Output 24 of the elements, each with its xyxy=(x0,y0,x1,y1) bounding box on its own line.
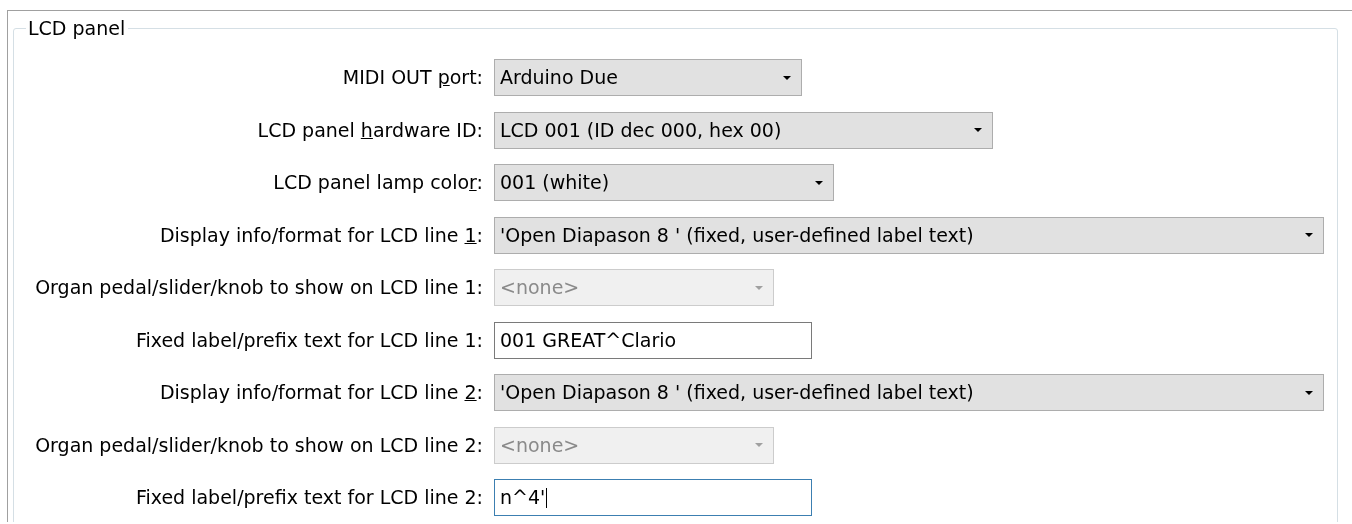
dropdown[interactable]: 001 (white) xyxy=(494,164,834,201)
field-label: Fixed label/prefix text for LCD line 1: xyxy=(135,327,483,353)
caret-icon xyxy=(755,285,763,290)
caret-icon xyxy=(815,180,823,185)
caret-icon xyxy=(755,443,763,447)
input-field[interactable]: n^4' xyxy=(494,479,812,516)
dropdown[interactable]: 'Open Diapason 8 ' (fixed, user-defined label text) xyxy=(494,216,1324,254)
caret-icon xyxy=(1305,233,1313,237)
field-label: Organ pedal/slider/knob to show on LCD line 2: xyxy=(35,432,483,458)
dropdown[interactable]: Arduino Due xyxy=(494,59,802,96)
field-label: Display info/format for LCD line 2: xyxy=(159,380,483,406)
input-field[interactable]: 001 GREAT^Clario xyxy=(494,321,812,359)
field-label: Organ pedal/slider/knob to show on LCD line 1: xyxy=(35,275,483,301)
field-label: LCD panel hardware ID: xyxy=(257,117,483,143)
field-label: Display info/format for LCD line 1: xyxy=(159,222,483,248)
dropdown[interactable]: LCD 001 (ID dec 000, hex 00) xyxy=(494,111,993,149)
caret-icon xyxy=(1305,390,1313,395)
field-label: Fixed label/prefix text for LCD line 2: xyxy=(135,485,483,511)
group-title: LCD panel xyxy=(26,17,129,39)
field-label: LCD panel lamp color: xyxy=(273,170,483,196)
dropdown[interactable]: 'Open Diapason 8 ' (fixed, user-defined label text) xyxy=(494,374,1324,411)
field-label: MIDI OUT port: xyxy=(342,65,483,91)
caret-icon xyxy=(974,128,982,132)
caret-icon xyxy=(783,75,791,80)
